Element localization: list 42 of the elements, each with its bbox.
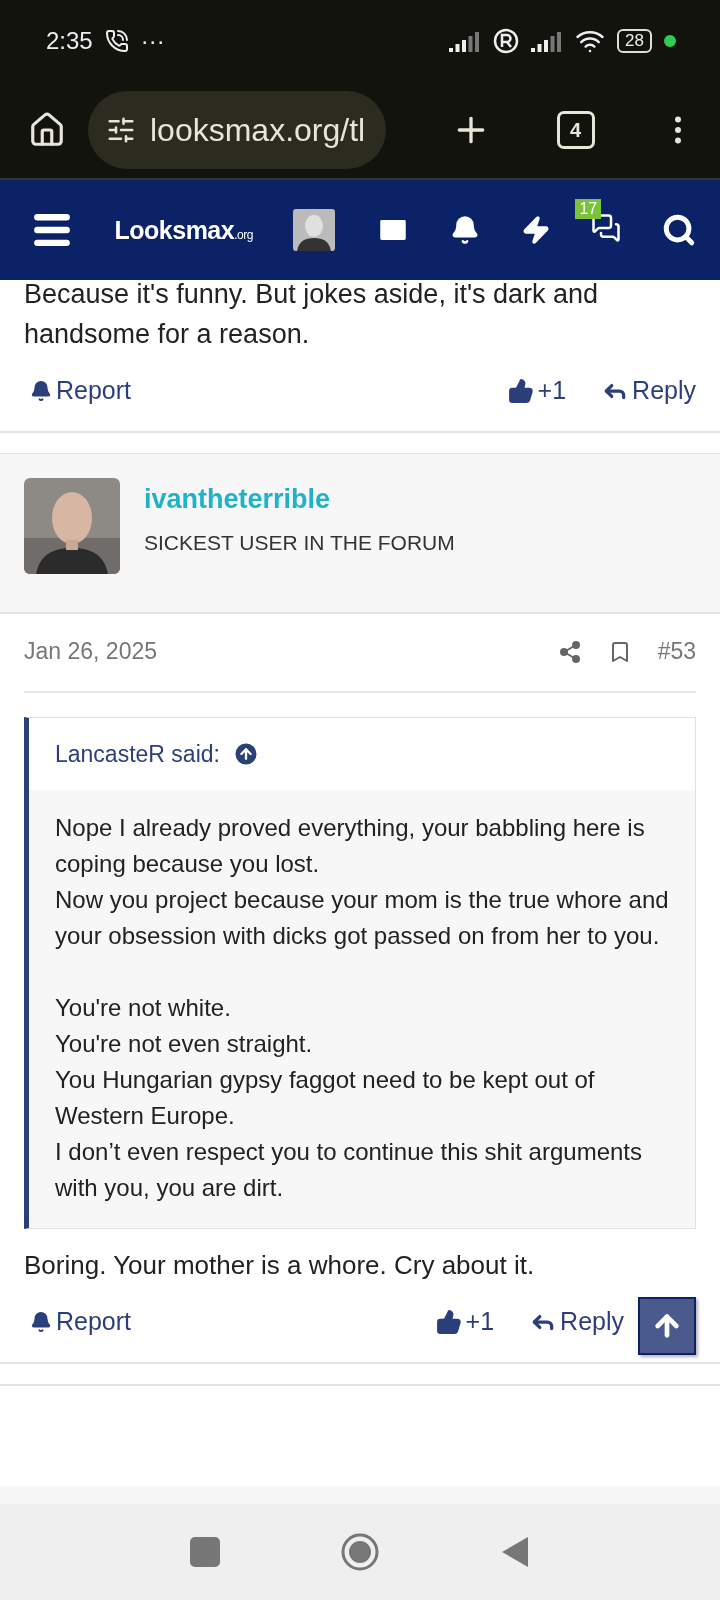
thumbs-up-icon: [435, 1308, 462, 1335]
reply-link[interactable]: Reply: [530, 1307, 624, 1336]
scroll-top-button[interactable]: [638, 1297, 696, 1355]
share-icon[interactable]: [557, 639, 582, 664]
home-button[interactable]: [340, 1532, 380, 1572]
search-icon[interactable]: [661, 213, 696, 247]
report-link[interactable]: Report: [30, 376, 132, 405]
report-link[interactable]: Report: [30, 1307, 132, 1336]
recent-apps-button[interactable]: [190, 1537, 220, 1567]
conversations-icon[interactable]: [591, 213, 622, 243]
quote-line: Now you project because your mom is the true whore and your obsession with dicks got passed on from her to you.: [55, 885, 669, 951]
quote-line: You Hungarian gypsy faggot need to be kept out of Western Europe.: [55, 1065, 596, 1131]
quote-line: You're not white.: [55, 993, 232, 1023]
post-text: Boring. Your mother is a whore. Cry about it.: [24, 1249, 536, 1282]
like-button[interactable]: +1: [435, 1307, 495, 1336]
thumbs-up-icon: [507, 377, 534, 404]
bell-icon: [30, 1310, 52, 1333]
like-button[interactable]: +1: [507, 376, 567, 405]
tab-count-button[interactable]: 4: [556, 111, 595, 149]
clock: 2:35: [46, 27, 93, 55]
post-text: Because it's funny. But jokes aside, it's dark and handsome for a reason.: [23, 280, 600, 351]
registered-icon: [493, 28, 520, 54]
bell-icon: [30, 379, 52, 402]
address-bar[interactable]: looksmax.org/tl: [88, 91, 386, 169]
notification-badge: 17: [575, 199, 602, 219]
post-number[interactable]: #53: [657, 638, 696, 665]
quote-author[interactable]: LancasteR said:: [55, 740, 220, 768]
avatar-icon[interactable]: [293, 209, 336, 251]
post-date: Jan 26, 2025: [24, 638, 157, 665]
quote-line: I don’t even respect you to continue this shit arguments with you, you are dirt.: [55, 1137, 643, 1203]
site-logo[interactable]: Looksmax.org: [114, 215, 253, 245]
signal-icon: [531, 30, 564, 52]
battery: 28: [617, 29, 652, 53]
signal-icon: [449, 30, 482, 52]
quote-line: Nope I already proved everything, your babbling here is coping because you lost.: [55, 813, 646, 879]
more-notifications: ···: [140, 27, 165, 55]
reply-link[interactable]: Reply: [602, 376, 696, 405]
user-title: SICKEST USER IN THE FORUM: [144, 531, 455, 555]
back-button[interactable]: [500, 1535, 530, 1569]
dot-icon: [664, 35, 676, 47]
home-icon[interactable]: [28, 111, 66, 149]
quote-line: You're not even straight.: [55, 1029, 314, 1059]
